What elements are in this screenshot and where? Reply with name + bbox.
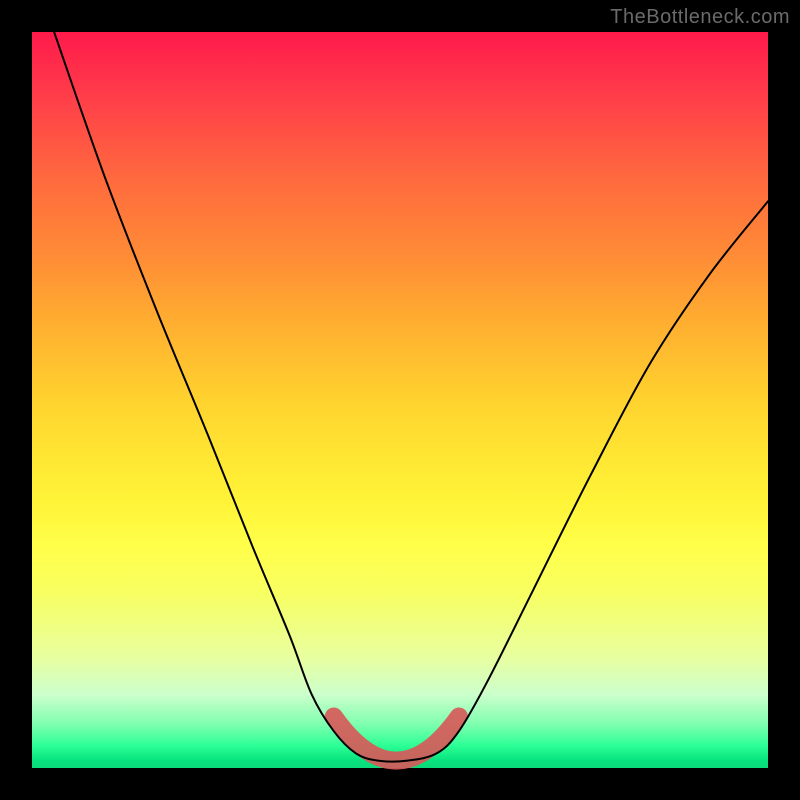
bottleneck-curve	[54, 32, 768, 762]
watermark-text: TheBottleneck.com	[610, 6, 790, 29]
curve-layer	[32, 32, 768, 768]
chart-frame: TheBottleneck.com	[0, 0, 800, 800]
plot-area	[32, 32, 768, 768]
trough-highlight	[334, 717, 459, 761]
